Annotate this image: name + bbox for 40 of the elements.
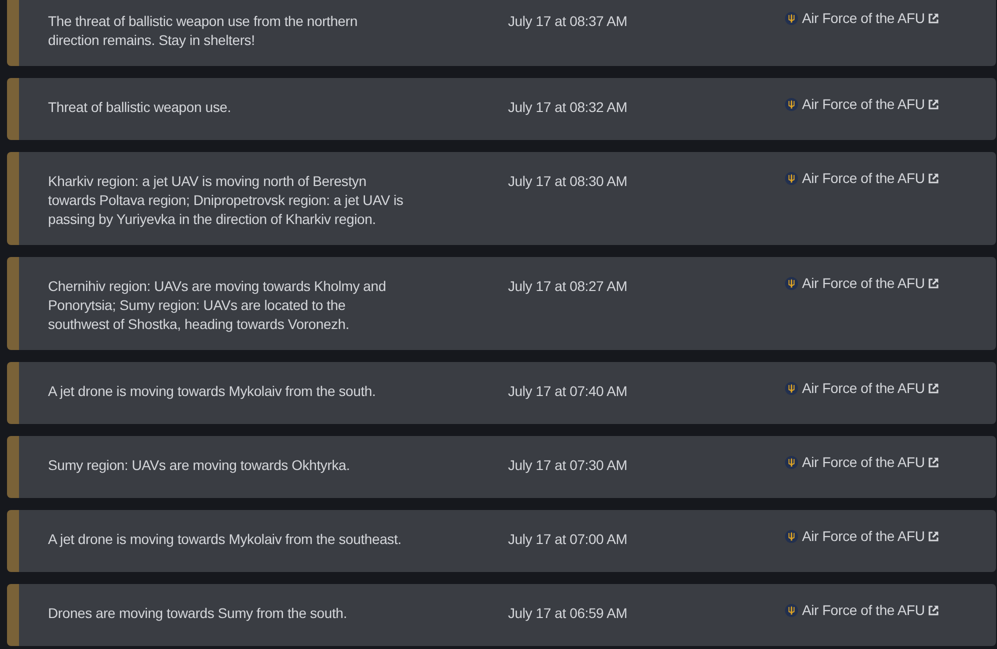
message-time: July 17 at 06:59 AM — [508, 604, 628, 623]
external-link-icon — [928, 13, 939, 24]
source-link[interactable]: Air Force of the AFU — [785, 601, 939, 620]
message-time: July 17 at 08:37 AM — [508, 12, 628, 31]
trident-emblem-icon — [785, 277, 798, 290]
source-link[interactable]: Air Force of the AFU — [785, 9, 939, 28]
message-time: July 17 at 07:30 AM — [508, 456, 628, 475]
source-link[interactable]: Air Force of the AFU — [785, 274, 939, 293]
message-text: A jet drone is moving towards Mykolaiv from the south. — [48, 382, 377, 401]
message-text: The threat of ballistic weapon use from the northern direction remains. Stay in shelters! — [48, 12, 358, 50]
trident-emblem-icon — [785, 12, 798, 25]
message-text: Threat of ballistic weapon use. — [48, 98, 232, 117]
external-link-icon — [928, 173, 939, 184]
message-time: July 17 at 08:27 AM — [508, 277, 628, 296]
message-time: July 17 at 07:40 AM — [508, 382, 628, 401]
message-text: A jet drone is moving towards Mykolaiv from the southeast. — [48, 530, 402, 549]
source-link[interactable]: Air Force of the AFU — [785, 453, 939, 472]
external-link-icon — [928, 383, 939, 394]
message-time: July 17 at 08:30 AM — [508, 172, 628, 191]
trident-emblem-icon — [785, 98, 798, 111]
external-link-icon — [928, 278, 939, 289]
trident-emblem-icon — [785, 172, 798, 185]
external-link-icon — [928, 99, 939, 110]
external-link-icon — [928, 605, 939, 616]
external-link-icon — [928, 531, 939, 542]
message-text: Kharkiv region: a jet UAV is moving north of Berestyn towards Poltava region; Dnipropetrovsk region: a jet UAV is passing by Yuriyevka in the direction of Kharkiv region. — [48, 172, 404, 229]
source-link[interactable]: Air Force of the AFU — [785, 95, 939, 114]
message-time: July 17 at 08:32 AM — [508, 98, 628, 117]
trident-emblem-icon — [785, 604, 798, 617]
trident-emblem-icon — [785, 382, 798, 395]
message-text: Drones are moving towards Sumy from the south. — [48, 604, 348, 623]
source-link[interactable]: Air Force of the AFU — [785, 169, 939, 188]
message-time: July 17 at 07:00 AM — [508, 530, 628, 549]
external-link-icon — [928, 457, 939, 468]
message-text: Chernihiv region: UAVs are moving towards Kholmy and Ponorytsia; Sumy region: UAVs are located to the southwest of Shostka, heading towards Voronezh. — [48, 277, 387, 334]
message-text: Sumy region: UAVs are moving towards Okhtyrka. — [48, 456, 351, 475]
source-link[interactable]: Air Force of the AFU — [785, 527, 939, 546]
source-link[interactable]: Air Force of the AFU — [785, 379, 939, 398]
trident-emblem-icon — [785, 456, 798, 469]
trident-emblem-icon — [785, 530, 798, 543]
